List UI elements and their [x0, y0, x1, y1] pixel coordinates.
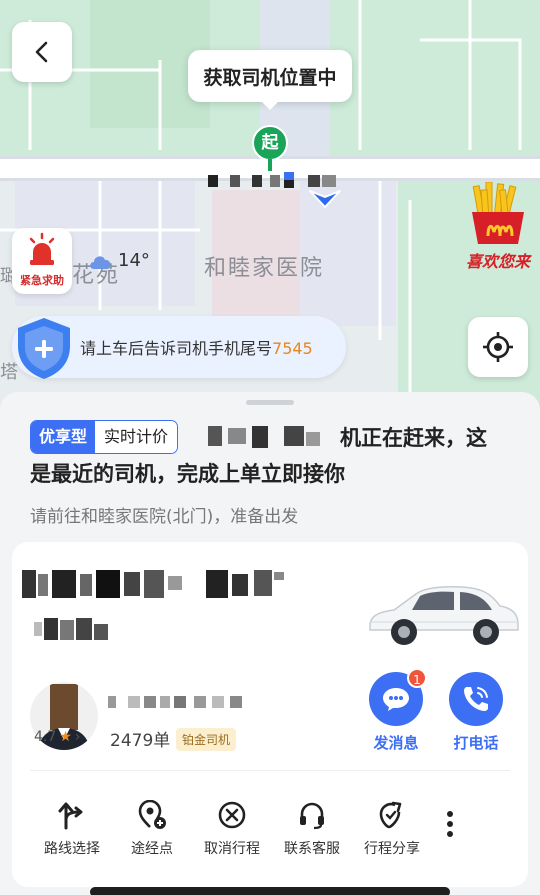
trip-sheet: 优享型 实时计价 机正在赶来，这 是最近的司机，完成上单立即接你 请前往和睦家医… [0, 392, 540, 895]
driver-status-line1: 机正在赶来，这 [340, 426, 487, 450]
phone-tail: 7545 [272, 339, 313, 358]
locate-button[interactable] [468, 317, 528, 377]
sheet-drag-handle[interactable] [246, 400, 294, 405]
unread-badge: 1 [407, 668, 427, 688]
weather: 14° [88, 250, 150, 271]
tool-label: 途经点 [131, 841, 173, 857]
safety-text: 请上车后告诉司机手机尾号 [80, 339, 273, 358]
share-trip-button[interactable]: 行程分享 [352, 800, 432, 858]
driver-grade-badge: 铂金司机 [176, 728, 237, 751]
chevron-left-icon [35, 41, 48, 63]
map-view[interactable]: 获取司机位置中 起 璐 花苑 14° 和睦家医院 塔 紧急求助 喜欢您来 请上车… [0, 0, 540, 420]
home-indicator[interactable] [90, 887, 450, 895]
car-class-tag: 优享型 [31, 421, 96, 453]
chevron-right-icon: › [74, 729, 81, 745]
start-marker: 起 [252, 125, 288, 171]
pickup-hint: 请前往和睦家医院(北门)，准备出发 [30, 507, 299, 527]
route-icon [58, 802, 83, 830]
send-message-label: 发消息 [373, 734, 419, 752]
waypoint-button[interactable]: 途经点 [112, 800, 192, 858]
send-message-button[interactable]: 1 发消息 [362, 668, 430, 753]
more-button[interactable] [432, 800, 468, 842]
phone-icon [464, 687, 488, 711]
crosshair-icon [483, 332, 513, 362]
alarm-icon [29, 232, 55, 265]
tool-label: 路线选择 [44, 841, 100, 857]
safety-reminder[interactable]: 请上车后告诉司机手机尾号7545 [12, 316, 346, 379]
pricing-tag: 实时计价 [95, 421, 178, 453]
call-button[interactable]: 打电话 [442, 672, 510, 753]
tool-label: 联系客服 [284, 841, 340, 857]
chat-bubble-icon [383, 688, 409, 711]
blurred-driver-surname [108, 692, 248, 712]
safety-reminder-text: 请上车后告诉司机手机尾号7545 [80, 335, 313, 359]
cloud-icon [90, 255, 111, 269]
blurred-license-plate [22, 568, 284, 602]
car-image [369, 586, 519, 645]
ad-text: 喜欢您来 [465, 252, 530, 271]
cancel-icon [218, 801, 246, 829]
back-button[interactable] [12, 22, 72, 82]
driver-status-line2: 是最近的司机，完成上单立即接你 [30, 462, 345, 486]
sos-label: 紧急求助 [20, 274, 64, 287]
share-icon [379, 801, 402, 829]
shield-plus-icon [18, 318, 70, 379]
blurred-car-model [34, 616, 114, 642]
locating-driver-tip: 获取司机位置中 [188, 50, 352, 110]
customer-service-button[interactable]: 联系客服 [272, 800, 352, 858]
waypoint-icon [138, 800, 166, 829]
divider [30, 770, 510, 771]
headset-icon [300, 802, 324, 830]
order-count: 2479单 [110, 731, 171, 751]
sos-button[interactable]: 紧急求助 [12, 228, 72, 294]
blurred-driver-name [206, 424, 338, 450]
fare-tags: 优享型 实时计价 [30, 420, 179, 454]
star-icon: ★ [59, 729, 72, 745]
mcdonalds-ad[interactable]: 喜欢您来 [456, 181, 540, 272]
rating-value: 4.7 [34, 729, 57, 745]
cancel-trip-button[interactable]: 取消行程 [192, 800, 272, 858]
trip-tools: 路线选择 途经点 取消行程 联系客服 行程分享 [32, 800, 508, 858]
start-marker-label: 起 [261, 133, 279, 153]
route-select-button[interactable]: 路线选择 [32, 800, 112, 858]
call-label: 打电话 [453, 734, 499, 752]
driver-direction-icon [309, 190, 341, 208]
more-vertical-icon [447, 811, 453, 837]
fries-icon [472, 181, 524, 244]
tool-label: 行程分享 [364, 841, 420, 857]
poi-label-hospital: 和睦家医院 [204, 256, 325, 281]
weather-temperature: 14° [118, 250, 150, 271]
tool-label: 取消行程 [204, 841, 260, 857]
driver-card: 4.7 ★ › 2479单 铂金司机 1 发消息 打电话 路线选择 途经点 取消… [12, 542, 528, 887]
driver-rating[interactable]: 4.7 ★ › [34, 729, 80, 745]
